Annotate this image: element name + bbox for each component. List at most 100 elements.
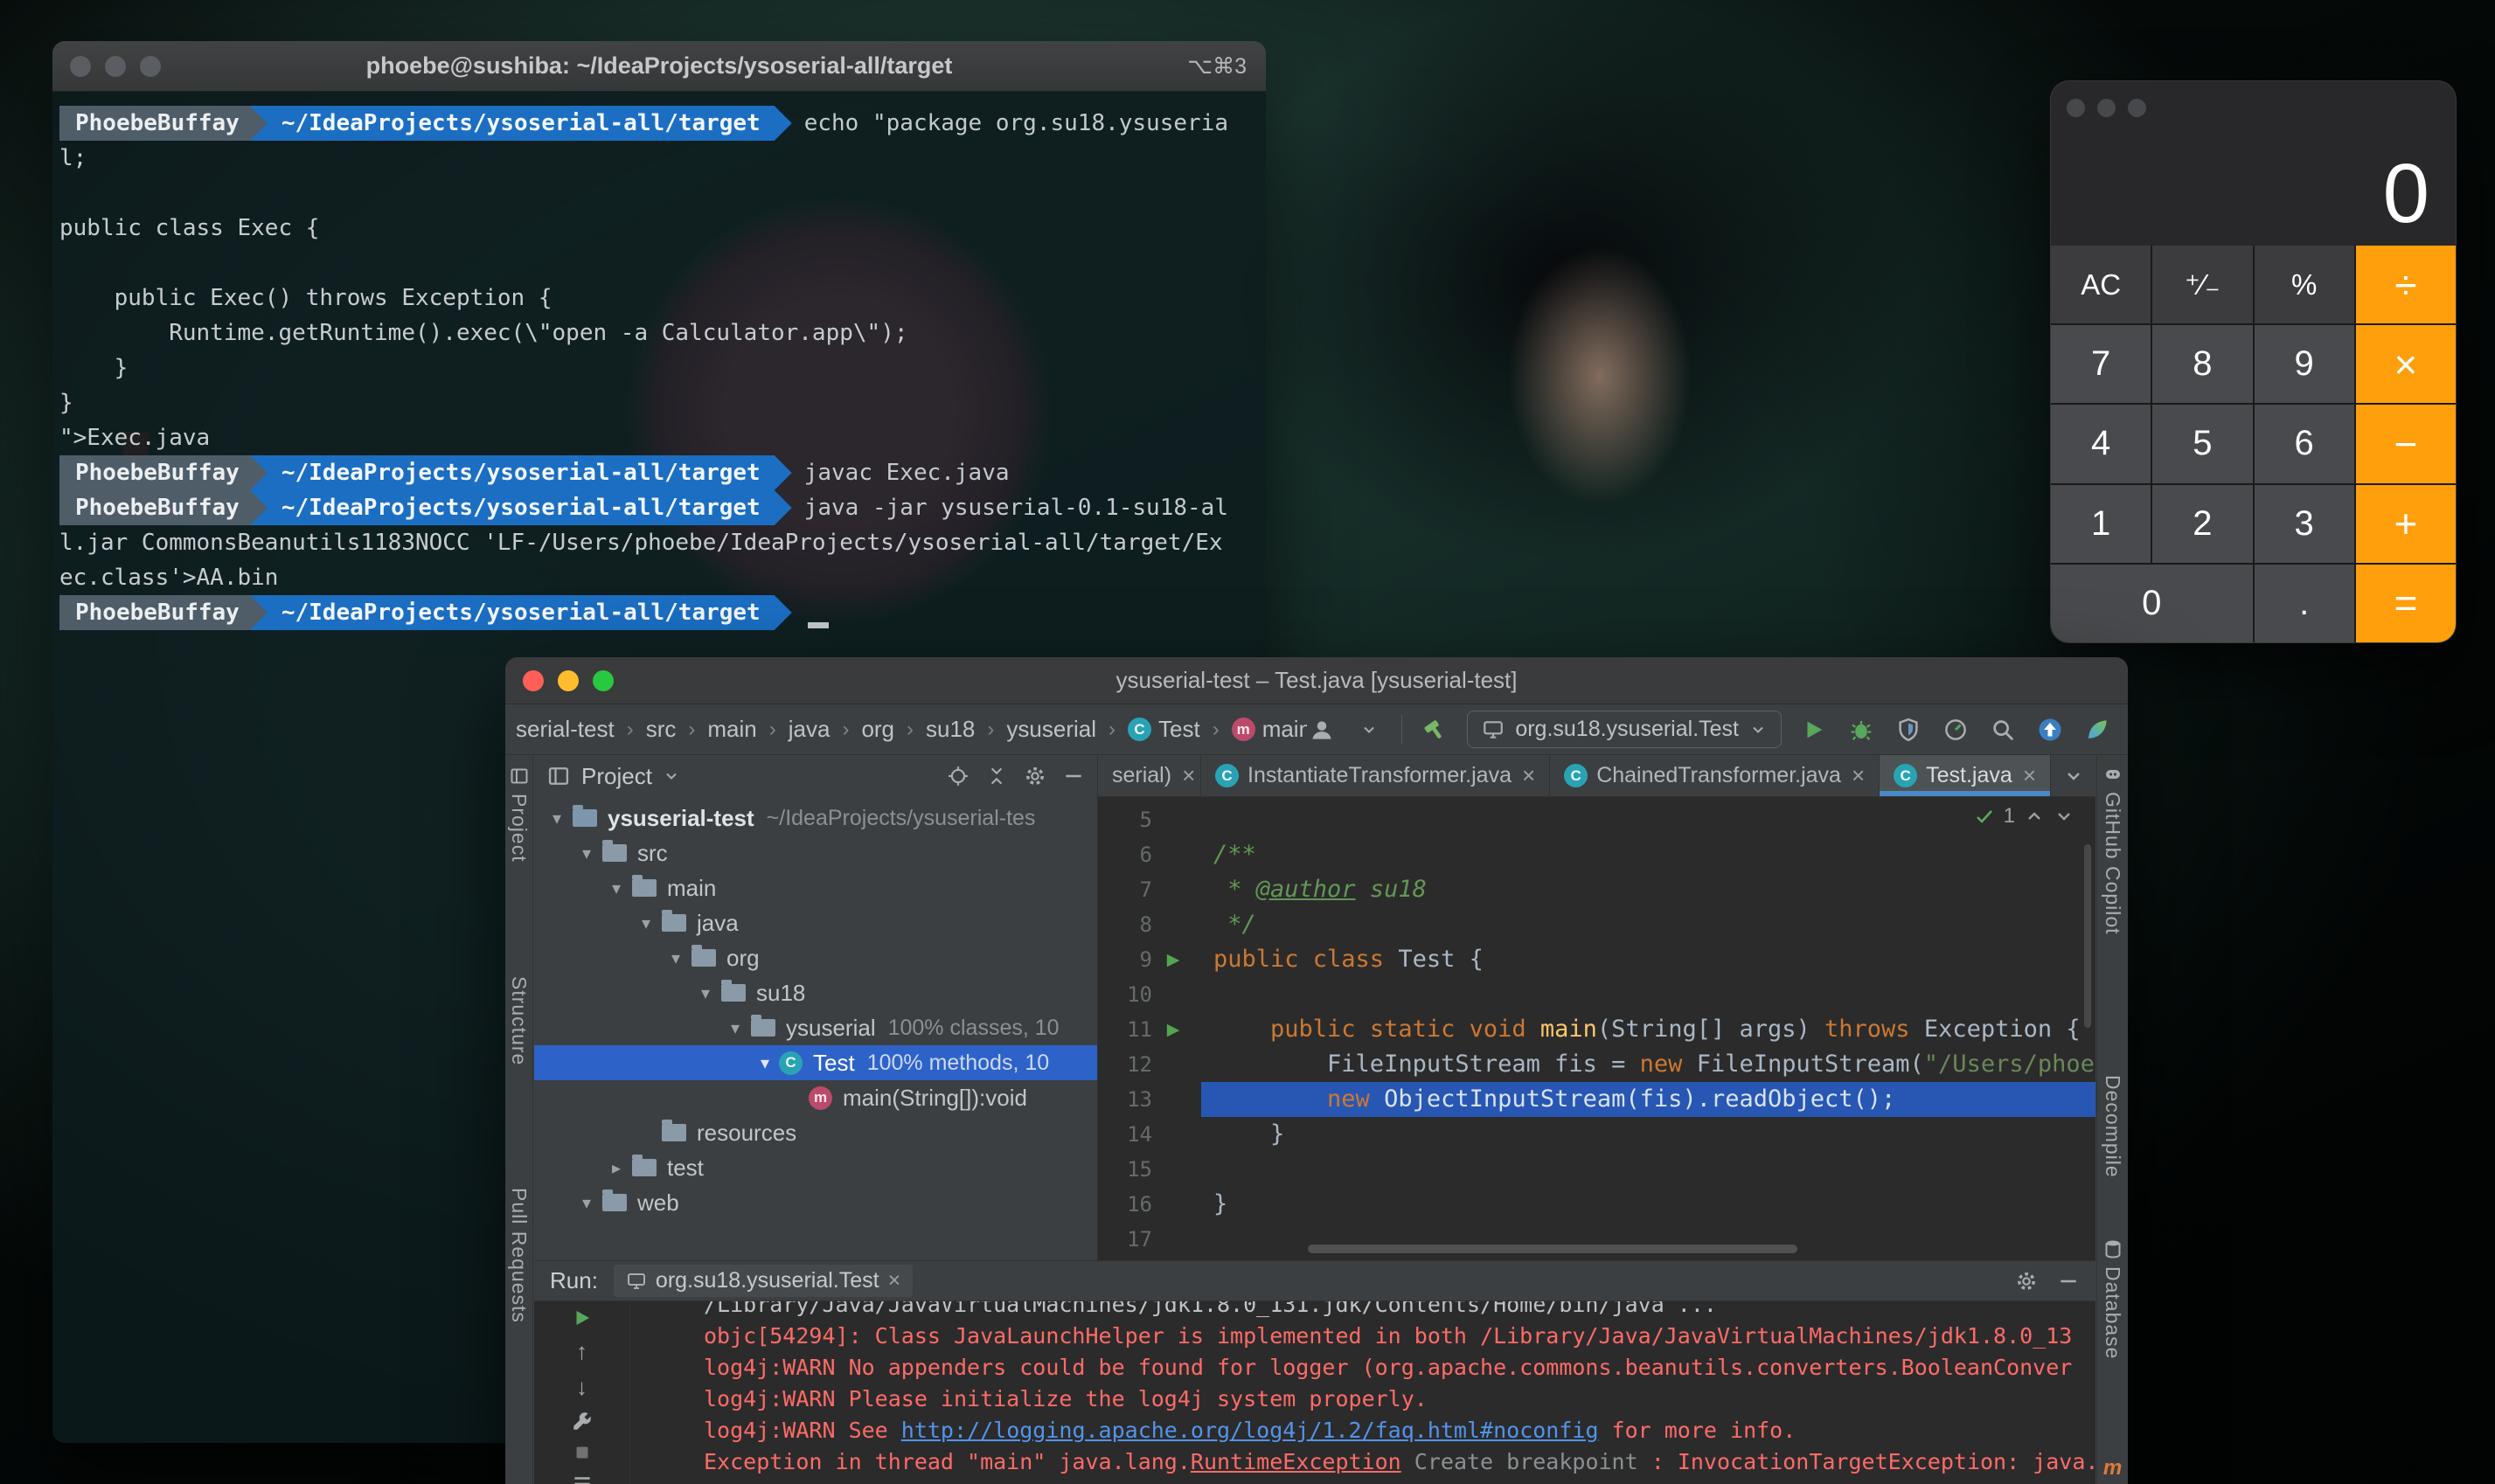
console-list-icon[interactable] <box>567 1473 597 1484</box>
tab-ChainedTransformer.java[interactable]: CChainedTransformer.java× <box>1550 755 1880 796</box>
tree-chevron-icon[interactable]: ▾ <box>573 1192 601 1214</box>
horizontal-scrollbar[interactable] <box>1308 1245 1797 1253</box>
zoom-button[interactable] <box>593 670 614 691</box>
tree-item-resources[interactable]: resources <box>534 1115 1097 1150</box>
search-icon[interactable] <box>1988 715 2018 745</box>
build-hammer-icon[interactable] <box>1420 715 1449 745</box>
calc-button-add[interactable]: + <box>2356 485 2456 563</box>
calc-button-9[interactable]: 9 <box>2255 325 2354 403</box>
terminal-cursor[interactable] <box>808 597 829 628</box>
calc-button-percent[interactable]: % <box>2255 246 2354 323</box>
run-console[interactable]: /Library/Java/JavaVirtualMachines/jdk1.8… <box>630 1301 2095 1484</box>
step-up-icon[interactable]: ↑ <box>567 1338 597 1365</box>
calc-button-5[interactable]: 5 <box>2152 405 2252 482</box>
run-arrow-icon[interactable]: ▶ <box>1152 1020 1194 1040</box>
calc-button-multiply[interactable]: × <box>2356 325 2456 403</box>
calc-button-divide[interactable]: ÷ <box>2356 246 2456 323</box>
breadcrumb-item-su18[interactable]: su18 <box>926 716 975 743</box>
tree-item-ysuserial-test[interactable]: ▾ysuserial-test~/IdeaProjects/ysuserial-… <box>534 801 1097 836</box>
tree-chevron-icon[interactable]: ▾ <box>662 947 690 969</box>
rerun-button[interactable] <box>567 1307 597 1329</box>
tab-close-icon[interactable]: × <box>2023 762 2036 789</box>
code-line[interactable] <box>1201 1152 2095 1187</box>
minimize-button[interactable] <box>2097 99 2116 117</box>
tree-item-web[interactable]: ▾web <box>534 1185 1097 1220</box>
minimize-button[interactable] <box>105 56 126 77</box>
project-panel-title[interactable]: Project <box>581 763 652 790</box>
close-button[interactable] <box>523 670 544 691</box>
editor-viewport[interactable]: 1 56789▶1011▶121314151617 /** * @author … <box>1098 797 2095 1260</box>
tree-chevron-icon[interactable]: ▸ <box>602 1157 630 1179</box>
code-line[interactable]: /** <box>1201 837 2095 872</box>
settings-gear-icon[interactable] <box>2015 1270 2038 1293</box>
editor-code[interactable]: /** * @author su18 */public class Test {… <box>1201 797 2095 1260</box>
calc-button-plus-minus[interactable]: ⁺⁄₋ <box>2152 246 2252 323</box>
tool-window-button-Structure[interactable]: Structure <box>507 976 531 1065</box>
calc-button-equals[interactable]: = <box>2356 565 2456 642</box>
code-line[interactable]: new ObjectInputStream(fis).readObject(); <box>1201 1082 2095 1117</box>
tool-window-button-Project[interactable]: Project <box>507 766 531 863</box>
vertical-scrollbar[interactable] <box>2084 844 2091 1028</box>
tab-serial)[interactable]: serial)× <box>1098 755 1201 796</box>
ide-titlebar[interactable]: ysuserial-test – Test.java [ysuserial-te… <box>505 657 2128 704</box>
minimize-panel-icon[interactable] <box>2057 1270 2080 1293</box>
calc-button-8[interactable]: 8 <box>2152 325 2252 403</box>
step-down-icon[interactable]: ↓ <box>567 1374 597 1401</box>
tool-window-button-Pull Requests[interactable]: Pull Requests <box>507 1188 531 1323</box>
breadcrumb-item-org[interactable]: org <box>861 716 894 743</box>
tool-window-button-Maven[interactable]: mMaven <box>2101 1456 2124 1484</box>
calc-button-3[interactable]: 3 <box>2255 485 2354 563</box>
tree-item-ysuserial[interactable]: ▾ysuserial100% classes, 10 <box>534 1010 1097 1045</box>
tool-window-button-Decompile[interactable]: Decompile <box>2101 1075 2124 1178</box>
inspection-widget[interactable]: 1 <box>1974 804 2075 829</box>
copilot-leaf-icon[interactable] <box>2082 715 2112 745</box>
coverage-button[interactable] <box>1894 715 1923 745</box>
breadcrumb-item-src[interactable]: src <box>646 716 677 743</box>
stop-button[interactable] <box>567 1441 597 1464</box>
close-button[interactable] <box>70 56 91 77</box>
run-console-tab[interactable]: org.su18.ysuserial.Test × <box>614 1265 913 1297</box>
code-line[interactable]: * @author su18 <box>1201 872 2095 907</box>
tree-item-org[interactable]: ▾org <box>534 940 1097 975</box>
breadcrumb-item-Test[interactable]: CTest <box>1128 716 1200 743</box>
tree-item-java[interactable]: ▾java <box>534 905 1097 940</box>
chevron-down-icon[interactable] <box>663 767 680 785</box>
calc-button-2[interactable]: 2 <box>2152 485 2252 563</box>
terminal-titlebar[interactable]: phoebe@sushiba: ~/IdeaProjects/ysoserial… <box>52 41 1266 92</box>
settings-gear-icon[interactable] <box>1024 765 1046 787</box>
tree-chevron-icon[interactable]: ▾ <box>602 877 630 899</box>
minimize-button[interactable] <box>558 670 579 691</box>
tree-chevron-icon[interactable]: ▾ <box>573 843 601 864</box>
tool-window-button-Database[interactable]: Database <box>2101 1238 2124 1359</box>
tree-chevron-icon[interactable]: ▾ <box>692 982 719 1004</box>
tab-close-icon[interactable]: × <box>1522 762 1535 789</box>
wrench-icon[interactable] <box>567 1410 597 1432</box>
tab-close-icon[interactable]: × <box>1852 762 1865 789</box>
tree-item-su18[interactable]: ▾su18 <box>534 975 1097 1010</box>
tab-Test.java[interactable]: CTest.java× <box>1880 755 2051 796</box>
tree-item-main(String[]):void[interactable]: mmain(String[]):void <box>534 1080 1097 1115</box>
user-icon[interactable] <box>1307 715 1337 745</box>
code-line[interactable]: */ <box>1201 907 2095 942</box>
tree-chevron-icon[interactable]: ▾ <box>721 1017 749 1039</box>
run-button[interactable] <box>1799 715 1829 745</box>
run-arrow-icon[interactable]: ▶ <box>1152 950 1194 970</box>
breadcrumb-item-java[interactable]: java <box>789 716 831 743</box>
close-button[interactable] <box>2067 99 2085 117</box>
code-line[interactable] <box>1201 977 2095 1012</box>
calc-button-1[interactable]: 1 <box>2051 485 2151 563</box>
zoom-button[interactable] <box>2128 99 2146 117</box>
zoom-button[interactable] <box>140 56 161 77</box>
chevron-down-icon[interactable] <box>1354 715 1384 745</box>
calc-button-subtract[interactable]: − <box>2356 405 2456 482</box>
calc-button-decimal[interactable]: . <box>2255 565 2354 642</box>
code-line[interactable]: public static void main(String[] args) t… <box>1201 1012 2095 1047</box>
debug-button[interactable] <box>1846 715 1876 745</box>
tree-item-test[interactable]: ▸test <box>534 1150 1097 1185</box>
tree-chevron-icon[interactable] <box>781 1088 809 1108</box>
tree-item-src[interactable]: ▾src <box>534 836 1097 870</box>
tree-chevron-icon[interactable]: ▾ <box>632 912 660 934</box>
code-line[interactable]: public class Test { <box>1201 942 2095 977</box>
breadcrumb-item-ysuserial[interactable]: ysuserial <box>1006 716 1096 743</box>
breadcrumb-item-main[interactable]: mmain <box>1232 716 1308 743</box>
